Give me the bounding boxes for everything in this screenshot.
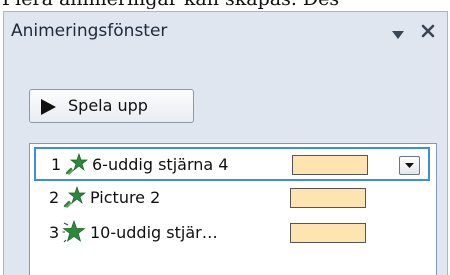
timing-bar[interactable] <box>292 155 368 175</box>
item-number: 1 <box>51 155 62 174</box>
play-button[interactable]: Spela upp <box>29 89 194 123</box>
animation-list-item[interactable]: 3 10-uddig stjär… <box>34 217 430 251</box>
pane-body: Spela upp 1 6-uddig stjärna 4 2 Picture … <box>4 56 447 275</box>
chevron-down-icon <box>405 163 414 168</box>
item-number: 3 <box>49 223 60 242</box>
pane-menu-button[interactable] <box>391 26 405 39</box>
triangle-down-icon <box>392 31 404 39</box>
entrance-star-icon <box>62 220 86 243</box>
animation-list-item[interactable]: 1 6-uddig stjärna 4 <box>34 147 430 181</box>
emphasis-star-icon <box>63 185 86 208</box>
timing-bar[interactable] <box>290 188 366 208</box>
close-button[interactable] <box>420 23 436 39</box>
pane-title: Animeringsfönster <box>11 21 168 41</box>
timing-bar[interactable] <box>290 223 366 243</box>
item-number: 2 <box>49 188 60 207</box>
item-name: Picture 2 <box>90 188 161 207</box>
pane-header: Animeringsfönster <box>4 12 447 52</box>
animation-list: 1 6-uddig stjärna 4 2 Picture 2 3 10-udd… <box>29 143 437 275</box>
item-name: 6-uddig stjärna 4 <box>92 155 229 174</box>
emphasis-star-icon <box>65 152 88 175</box>
play-icon <box>41 99 56 115</box>
play-button-label: Spela upp <box>68 96 148 115</box>
animation-list-item[interactable]: 2 Picture 2 <box>34 182 430 216</box>
background-text: Flera animeringar kan skapas. Des <box>2 0 339 9</box>
background-document-text: Flera animeringar kan skapas. Des <box>0 0 450 9</box>
item-name: 10-uddig stjär… <box>90 223 218 242</box>
screenshot-root: Flera animeringar kan skapas. Des Animer… <box>0 0 450 275</box>
animation-pane: Animeringsfönster Spela upp 1 6-uddig st… <box>3 11 448 275</box>
close-icon <box>421 24 435 38</box>
item-dropdown-button[interactable] <box>399 156 420 175</box>
